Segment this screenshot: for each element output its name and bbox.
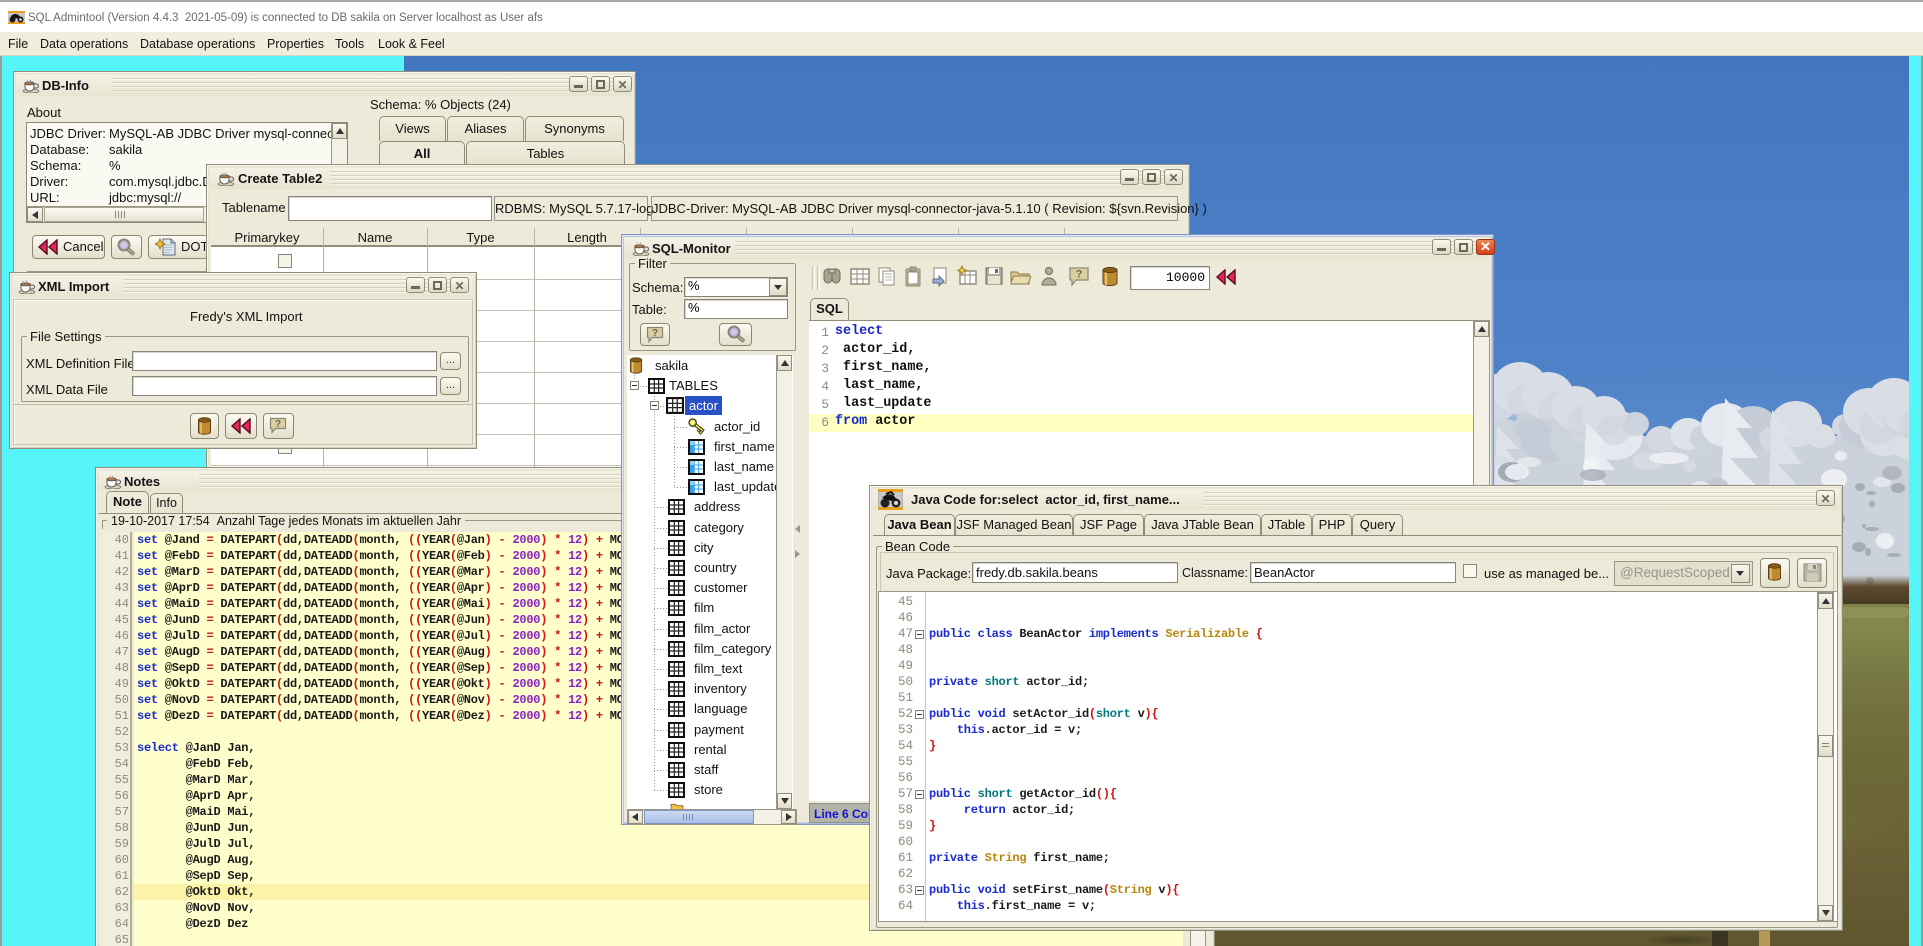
- svg-text:?: ?: [275, 419, 281, 430]
- svg-text:?: ?: [1076, 269, 1083, 281]
- svg-text:?: ?: [652, 328, 658, 339]
